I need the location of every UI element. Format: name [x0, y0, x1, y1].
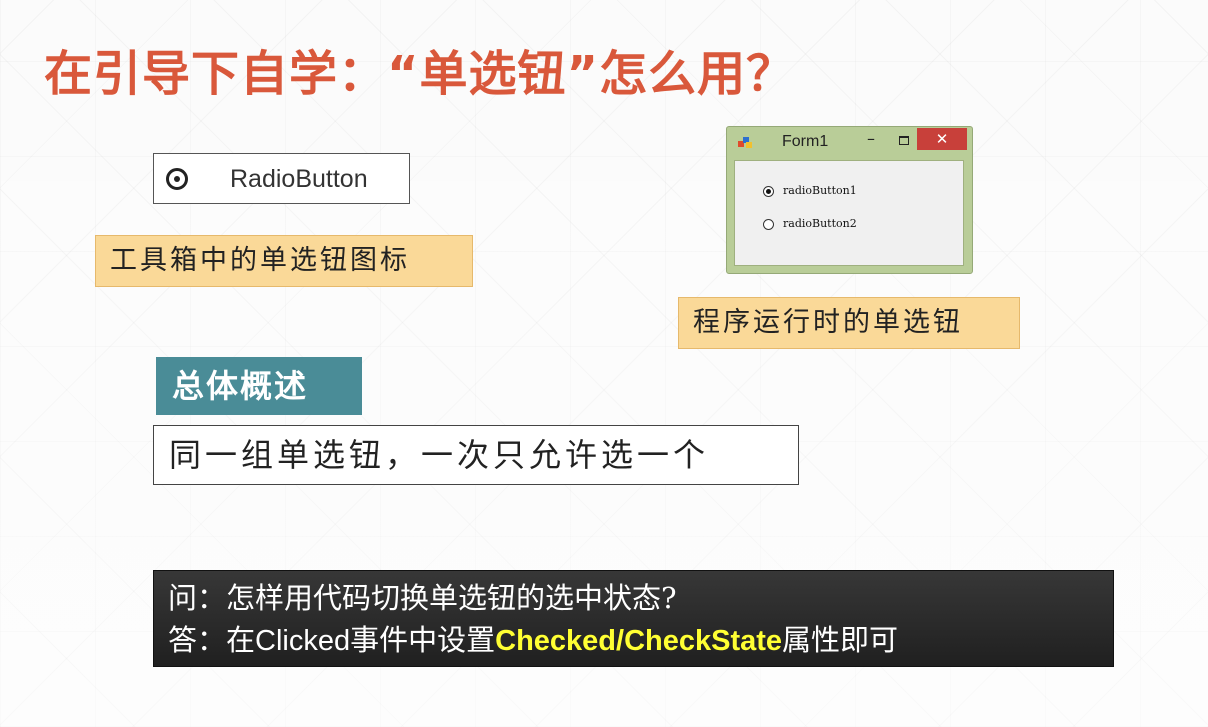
qa-answer-suffix: 属性即可	[782, 623, 899, 657]
slide-title: 在引导下自学：“单选钮”怎么用？	[44, 46, 796, 102]
qa-answer-highlight: Checked/CheckState	[495, 625, 783, 657]
form-title: Form1	[782, 133, 829, 150]
form-client-area: radioButton1 radioButton2	[734, 160, 964, 266]
qa-answer-prefix: 答：在	[168, 623, 256, 657]
toolbox-radiobutton-item: RadioButton	[153, 153, 410, 204]
radio-button-1-label[interactable]: radioButton1	[783, 184, 857, 197]
qa-answer-event: Clicked	[255, 625, 351, 657]
overview-text: 同一组单选钮，一次只允许选一个	[153, 425, 799, 485]
form-app-icon	[738, 137, 752, 148]
maximize-button[interactable]	[899, 136, 909, 145]
radio-button-2[interactable]	[763, 219, 774, 230]
toolbox-caption: 工具箱中的单选钮图标	[95, 235, 473, 287]
minimize-button[interactable]: –	[867, 129, 875, 148]
overview-heading: 总体概述	[156, 357, 362, 415]
runtime-caption: 程序运行时的单选钮	[678, 297, 1020, 349]
radio-button-2-label[interactable]: radioButton2	[783, 217, 857, 230]
qa-box: 问：怎样用代码切换单选钮的选中状态? 答：在Clicked事件中设置Checke…	[153, 570, 1114, 667]
radio-button-1[interactable]	[763, 186, 774, 197]
qa-question: 问：怎样用代码切换单选钮的选中状态?	[168, 581, 677, 615]
radio-button-icon	[166, 168, 188, 190]
close-button[interactable]: ✕	[917, 128, 967, 150]
qa-answer-mid: 事件中设置	[350, 623, 496, 657]
toolbox-item-label: RadioButton	[230, 165, 368, 193]
form-window: Form1 – ✕ radioButton1 radioButton2	[726, 126, 973, 274]
qa-answer: 答：在Clicked事件中设置Checked/CheckState属性即可	[168, 619, 1113, 662]
